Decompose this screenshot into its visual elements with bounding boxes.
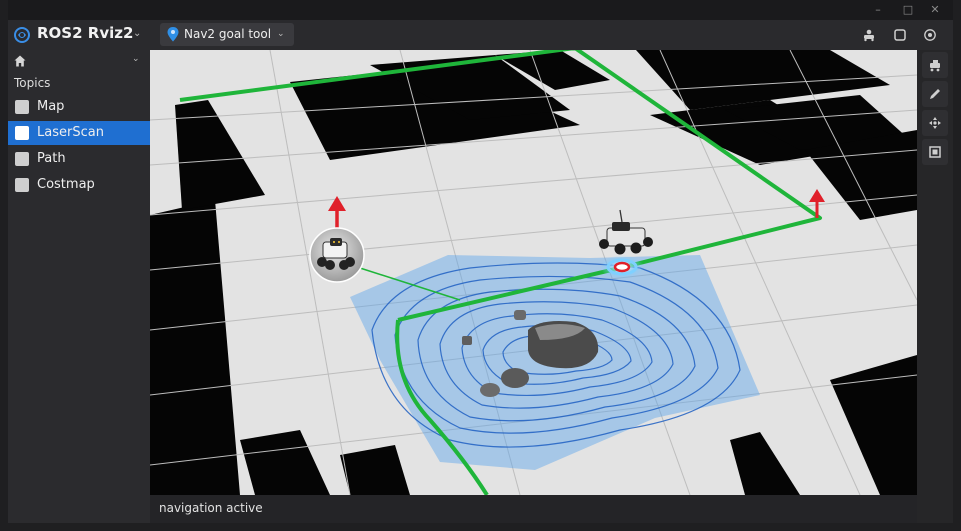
chevron-down-icon[interactable]: ⌄ xyxy=(133,28,141,39)
robot-pose-tool-button[interactable] xyxy=(922,52,948,78)
frame-icon xyxy=(929,146,941,158)
robot-icon[interactable] xyxy=(862,28,876,42)
topic-label: Map xyxy=(37,99,65,114)
topic-checkbox[interactable] xyxy=(15,152,29,166)
sidebar-header: ⌄ xyxy=(8,50,150,72)
app-logo-icon xyxy=(14,27,30,43)
pencil-tool-button[interactable] xyxy=(922,81,948,107)
chevron-down-icon[interactable]: ⌄ xyxy=(132,54,140,64)
window-title-bar: – □ ✕ xyxy=(8,0,953,20)
topic-item-costmap[interactable]: Costmap xyxy=(8,173,150,197)
topic-item-laserscan[interactable]: LaserScan xyxy=(8,121,150,145)
topic-item-map[interactable]: Map xyxy=(8,95,150,119)
robot-pose-icon xyxy=(930,60,940,72)
topic-item-path[interactable]: Path xyxy=(8,147,150,171)
topic-checkbox[interactable] xyxy=(15,100,29,114)
status-text: navigation active xyxy=(159,501,263,515)
status-bar: navigation active xyxy=(150,495,917,523)
chevron-down-icon: ⌄ xyxy=(277,29,285,39)
topic-label: LaserScan xyxy=(37,125,104,140)
topics-heading: Topics xyxy=(14,76,51,90)
frame-tool-button[interactable] xyxy=(922,139,948,165)
topic-checkbox[interactable] xyxy=(15,126,29,140)
robot-pose-bubble[interactable] xyxy=(309,227,365,283)
target-icon[interactable] xyxy=(923,28,937,42)
minimize-button[interactable]: – xyxy=(871,3,885,17)
map-scene[interactable] xyxy=(150,50,917,495)
map-pin-icon xyxy=(167,27,179,42)
3d-viewport[interactable] xyxy=(150,50,917,495)
tool-label: Nav2 goal tool xyxy=(184,27,272,41)
topic-checkbox[interactable] xyxy=(15,178,29,192)
topic-label: Costmap xyxy=(37,177,95,192)
pencil-icon xyxy=(930,89,940,99)
pan-icon xyxy=(929,117,941,129)
app-title[interactable]: ROS2 Rviz2 xyxy=(37,24,133,42)
sidebar: ⌄ Topics Map LaserScan Path Costmap xyxy=(8,50,150,523)
close-button[interactable]: ✕ xyxy=(928,3,942,17)
square-icon[interactable] xyxy=(893,28,907,42)
tool-selector-dropdown[interactable]: Nav2 goal tool ⌄ xyxy=(160,23,294,46)
maximize-button[interactable]: □ xyxy=(901,3,915,17)
topic-label: Path xyxy=(37,151,66,166)
home-icon[interactable] xyxy=(14,55,26,67)
pan-tool-button[interactable] xyxy=(922,110,948,136)
right-toolbar xyxy=(917,50,953,523)
toolbar: ROS2 Rviz2 ⌄ Nav2 goal tool ⌄ xyxy=(8,20,953,50)
